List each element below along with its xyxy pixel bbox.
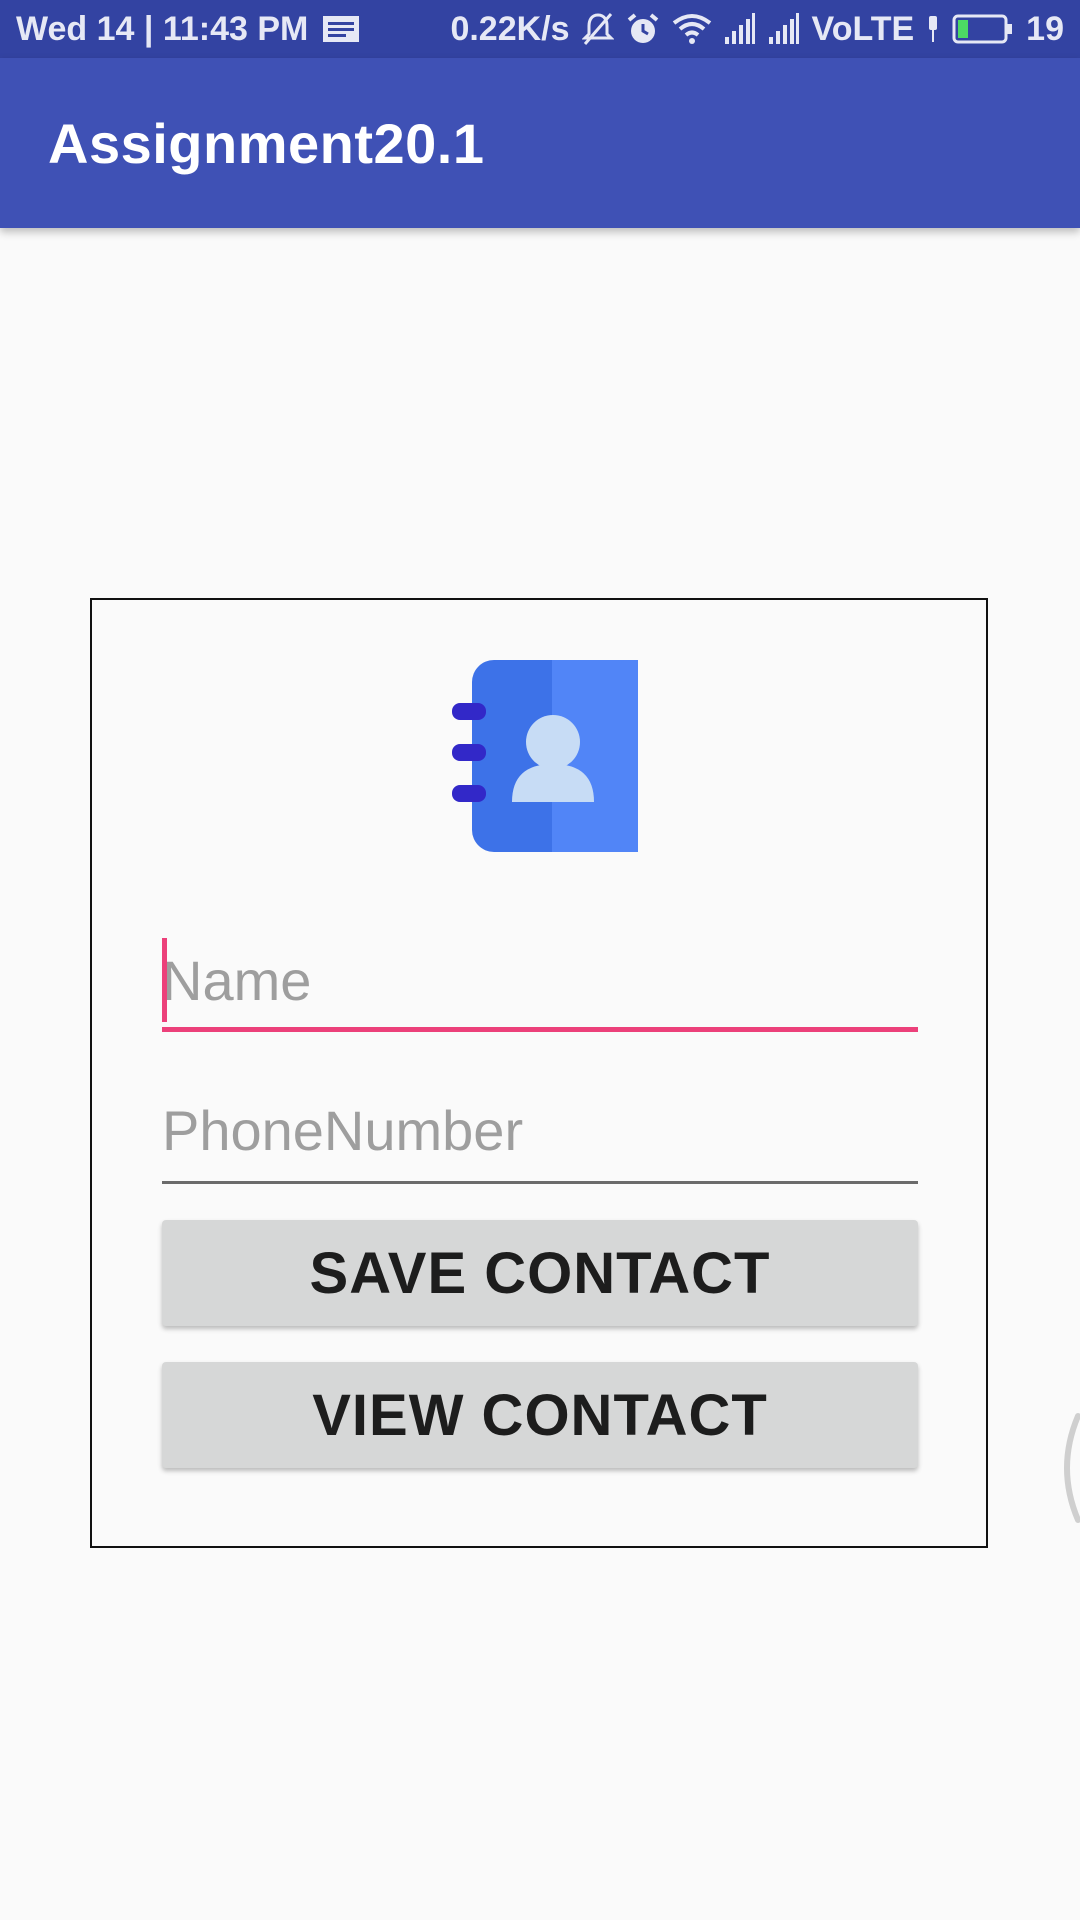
phone-field[interactable] (162, 1090, 918, 1184)
contact-form-card: SAVE CONTACT VIEW CONTACT (90, 598, 988, 1548)
charging-icon (926, 14, 940, 44)
edge-swipe-handle[interactable] (1048, 1412, 1080, 1524)
battery-icon (952, 13, 1014, 45)
status-left: Wed 14 | 11:43 PM (16, 10, 360, 49)
signal-icon (724, 13, 756, 45)
alarm-icon (626, 12, 660, 46)
signal-icon (768, 13, 800, 45)
battery-level: 19 (1026, 9, 1064, 48)
status-bar: Wed 14 | 11:43 PM 0.22K/s VoLTE 19 (0, 0, 1080, 58)
notification-icon (322, 15, 360, 43)
phone-input[interactable] (162, 1090, 918, 1170)
save-contact-button[interactable]: SAVE CONTACT (162, 1220, 918, 1326)
name-input[interactable] (162, 940, 918, 1020)
phone-field-underline (162, 1181, 918, 1184)
wifi-icon (672, 13, 712, 45)
status-right: 0.22K/s VoLTE 19 (450, 10, 1064, 49)
view-contact-button[interactable]: VIEW CONTACT (162, 1362, 918, 1468)
app-title: Assignment20.1 (48, 111, 485, 175)
mute-icon (581, 12, 614, 46)
contact-book-icon (452, 660, 638, 852)
net-speed: 0.22K/s (450, 9, 570, 48)
status-datetime: Wed 14 | 11:43 PM (16, 9, 309, 48)
app-bar: Assignment20.1 (0, 58, 1080, 228)
name-field[interactable] (162, 938, 918, 1032)
network-type: VoLTE (811, 9, 915, 48)
name-field-underline (162, 1027, 918, 1032)
text-cursor (162, 938, 167, 1022)
